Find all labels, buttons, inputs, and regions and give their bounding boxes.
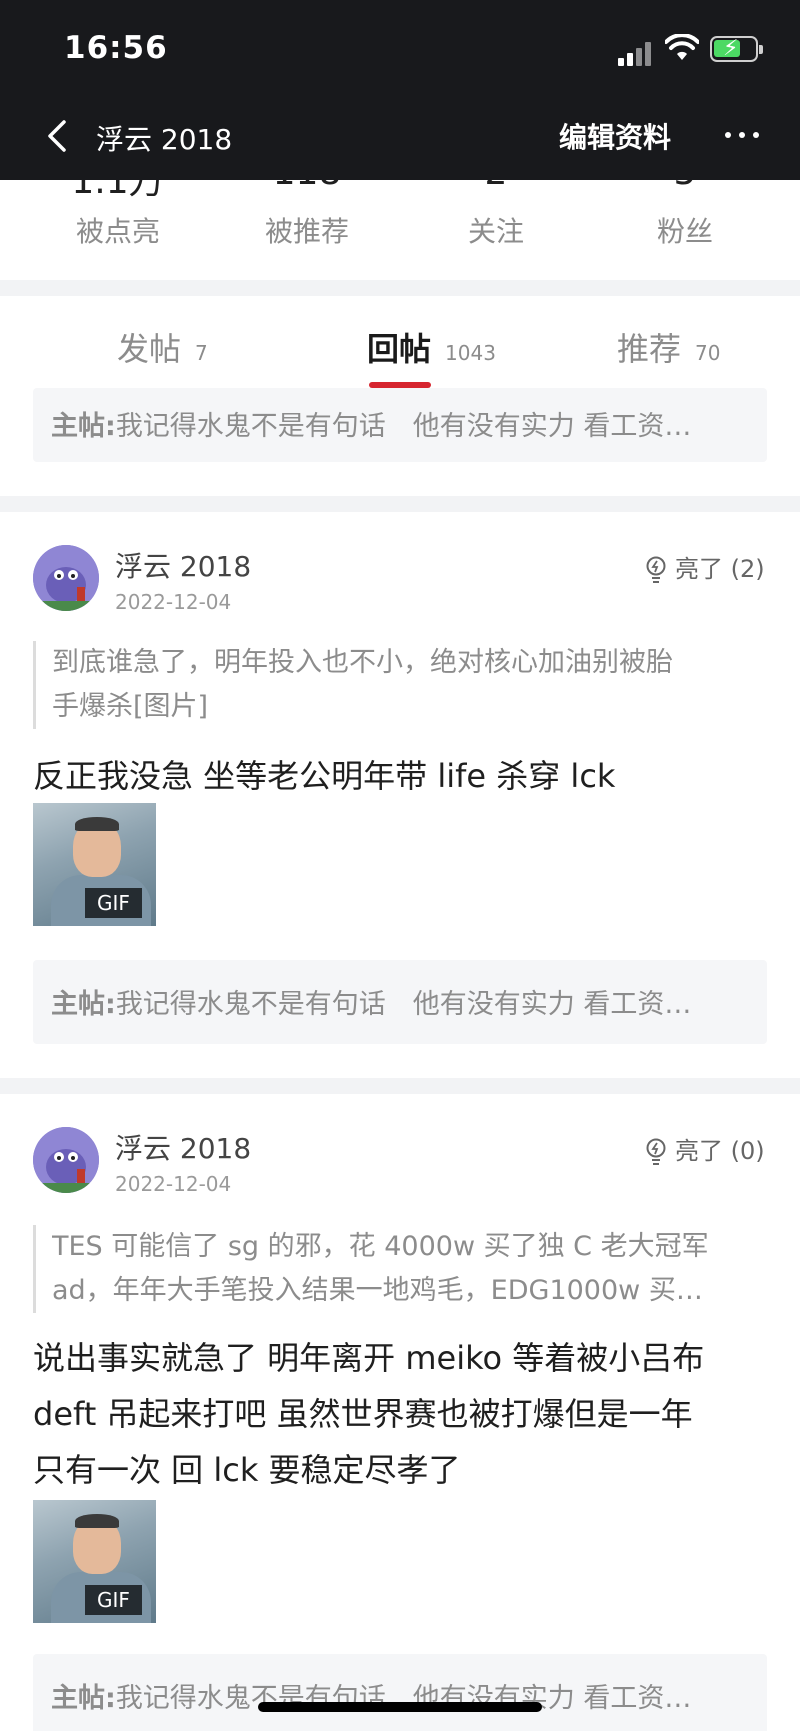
stat-label: 粉丝 — [656, 215, 713, 248]
main-post-link[interactable]: 主帖:我记得水鬼不是有句话 他有没有实力 看工资… — [33, 388, 767, 462]
tab-label: 回帖 — [367, 330, 432, 368]
stat-label: 被点亮 — [75, 215, 160, 248]
top-bar: 16:56 ⚡ 浮云 2018 编辑资料 — [0, 0, 800, 180]
post-date: 2022-12-04 — [115, 590, 232, 614]
status-time: 16:56 — [64, 30, 168, 66]
quoted-reply[interactable]: TES 可能信了 sg 的邪，花 4000w 买了独 C 老大冠军 ad，年年大… — [33, 1225, 733, 1313]
main-post-prefix: 主帖: — [51, 411, 116, 442]
cellular-signal-icon — [618, 38, 654, 66]
stat-label: 被推荐 — [264, 215, 349, 248]
gif-image[interactable]: GIF — [33, 803, 156, 926]
reply-text: 说出事实就急了 明年离开 meiko 等着被小吕布 deft 吊起来打吧 虽然世… — [33, 1330, 773, 1498]
profile-stats: 1.1万 被点亮 118 被推荐 2 关注 5 粉丝 — [0, 152, 800, 280]
tab-recommended[interactable]: 推荐 70 — [617, 324, 720, 374]
main-post-text: 主帖:我记得水鬼不是有句话 他有没有实力 看工资… — [51, 982, 751, 1021]
reply-text: 反正我没急 坐等老公明年带 life 杀穿 lck — [33, 748, 773, 804]
avatar-image-icon — [33, 1127, 99, 1193]
tab-posts[interactable]: 发帖 7 — [117, 324, 208, 374]
main-post-link[interactable]: 主帖:我记得水鬼不是有句话 他有没有实力 看工资… — [33, 1654, 767, 1731]
stat-label: 关注 — [467, 215, 524, 248]
tab-count: 1043 — [445, 341, 496, 365]
battery-icon: ⚡ — [710, 36, 763, 62]
home-indicator — [258, 1702, 542, 1712]
main-post-prefix: 主帖: — [51, 1683, 116, 1714]
like-button[interactable]: 亮了 (0) — [645, 1131, 765, 1166]
reply-text-line: 只有一次 回 lck 要稳定尽孝了 — [33, 1451, 461, 1489]
lightbulb-icon — [646, 556, 666, 583]
section-divider — [0, 496, 800, 512]
quoted-reply[interactable]: 到底谁急了，明年投入也不小，绝对核心加油别被胎 手爆杀[图片] — [33, 641, 733, 729]
nav-title: 浮云 2018 — [96, 123, 233, 156]
back-arrow-icon[interactable] — [44, 118, 72, 154]
quote-line: TES 可能信了 sg 的邪，花 4000w 买了独 C 老大冠军 — [52, 1231, 709, 1262]
avatar[interactable] — [33, 1127, 99, 1193]
section-divider — [0, 1078, 800, 1094]
avatar-image-icon — [33, 545, 99, 611]
gif-badge: GIF — [85, 888, 142, 918]
gif-image[interactable]: GIF — [33, 1500, 156, 1623]
main-post-excerpt: 我记得水鬼不是有句话 他有没有实力 看工资… — [115, 411, 692, 442]
reply-text-line: 反正我没急 坐等老公明年带 life 杀穿 lck — [33, 757, 616, 795]
edit-profile-button[interactable]: 编辑资料 — [559, 116, 671, 156]
post-date: 2022-12-04 — [115, 1172, 232, 1196]
gif-badge: GIF — [85, 1585, 142, 1615]
main-post-link[interactable]: 主帖:我记得水鬼不是有句话 他有没有实力 看工资… — [33, 960, 767, 1044]
like-count: 亮了 (0) — [675, 1137, 765, 1165]
more-options-icon[interactable] — [725, 128, 759, 142]
main-post-excerpt: 我记得水鬼不是有句话 他有没有实力 看工资… — [115, 989, 692, 1020]
wifi-icon — [665, 34, 699, 60]
tab-replies[interactable]: 回帖 1043 — [367, 324, 496, 374]
tab-count: 7 — [195, 341, 208, 365]
lightbulb-icon — [646, 1138, 666, 1165]
profile-tabs: 发帖 7 回帖 1043 推荐 70 — [0, 296, 800, 388]
reply-text-line: 说出事实就急了 明年离开 meiko 等着被小吕布 — [33, 1339, 705, 1377]
quote-line: ad，年年大手笔投入结果一地鸡毛，EDG1000w 买… — [52, 1275, 703, 1306]
tab-label: 发帖 — [117, 330, 182, 368]
tab-label: 推荐 — [617, 330, 682, 368]
main-post-text: 主帖:我记得水鬼不是有句话 他有没有实力 看工资… — [51, 404, 751, 443]
quote-line: 手爆杀[图片] — [52, 691, 209, 722]
like-button[interactable]: 亮了 (2) — [645, 549, 765, 584]
author-name[interactable]: 浮云 2018 — [115, 545, 251, 585]
tab-count: 70 — [695, 341, 721, 365]
main-post-prefix: 主帖: — [51, 989, 116, 1020]
quote-line: 到底谁急了，明年投入也不小，绝对核心加油别被胎 — [52, 647, 673, 678]
like-count: 亮了 (2) — [675, 555, 765, 583]
section-divider — [0, 280, 800, 296]
reply-text-line: deft 吊起来打吧 虽然世界赛也被打爆但是一年 — [33, 1395, 693, 1433]
author-name[interactable]: 浮云 2018 — [115, 1127, 251, 1167]
avatar[interactable] — [33, 545, 99, 611]
